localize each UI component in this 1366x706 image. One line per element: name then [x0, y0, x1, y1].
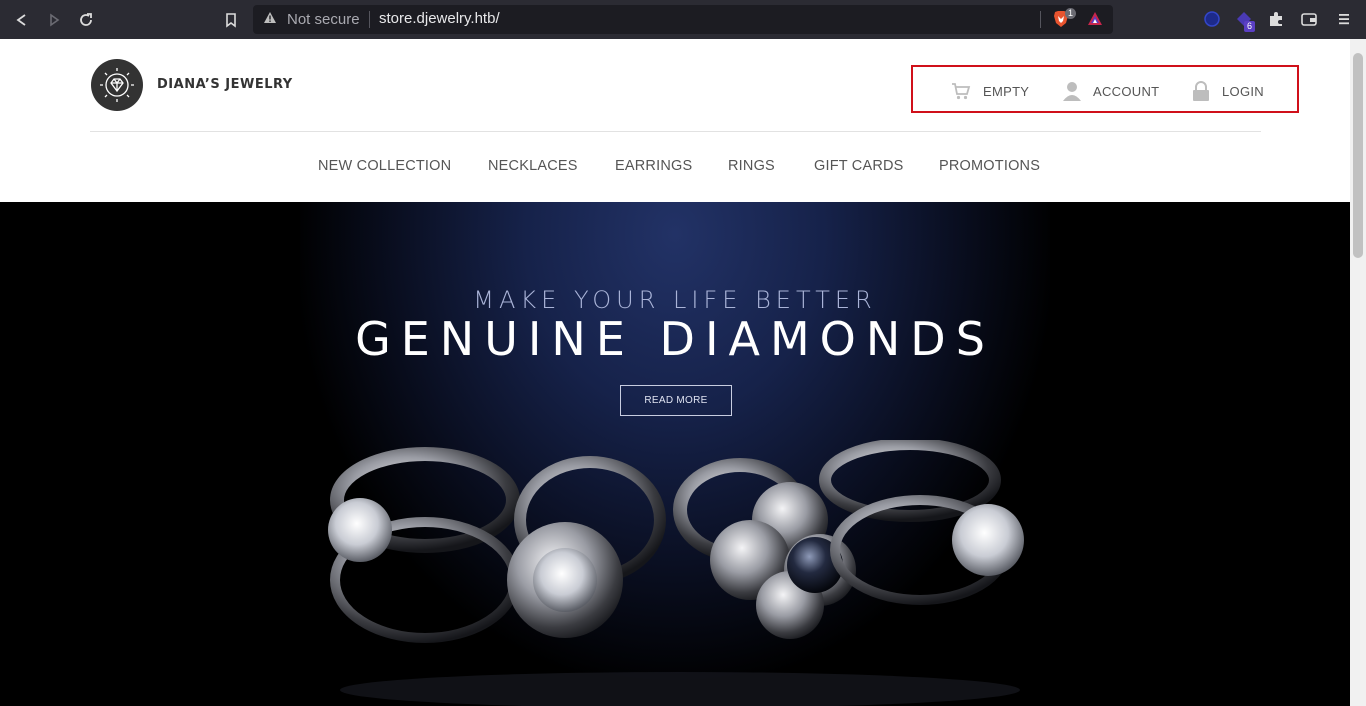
logo[interactable]	[91, 59, 143, 111]
extension-badge: 6	[1244, 21, 1256, 32]
nav-rings[interactable]: RINGS	[728, 158, 775, 174]
bookmark-icon	[226, 12, 236, 28]
nav-gift-cards[interactable]: GIFT CARDS	[814, 158, 904, 174]
user-menu: EMPTY ACCOUNT LOGIN	[911, 65, 1299, 113]
vpn-extension-icon[interactable]	[1203, 10, 1221, 28]
diamond-icon	[100, 68, 134, 102]
forward-icon	[50, 13, 60, 27]
header-divider	[90, 131, 1261, 132]
nav-necklaces[interactable]: NECKLACES	[488, 158, 578, 174]
nav-new-collection[interactable]: NEW COLLECTION	[318, 158, 451, 174]
read-more-button[interactable]: READ MORE	[620, 385, 732, 416]
back-button[interactable]	[11, 9, 33, 31]
scrollbar-thumb[interactable]	[1353, 53, 1363, 258]
account-link[interactable]: ACCOUNT	[1063, 67, 1159, 115]
main-navigation: NEW COLLECTION NECKLACES EARRINGS RINGS …	[0, 158, 1350, 178]
login-label: LOGIN	[1222, 83, 1264, 99]
user-icon	[1063, 82, 1081, 101]
wallet-icon[interactable]	[1300, 10, 1318, 28]
url-text[interactable]: store.djewelry.htb/	[379, 10, 500, 27]
hero-subtitle: MAKE YOUR LIFE BETTER	[473, 286, 877, 314]
reload-icon	[80, 13, 92, 26]
address-bar[interactable]: Not secure store.djewelry.htb/ 1	[253, 5, 1113, 34]
cart-label: EMPTY	[983, 83, 1030, 99]
nav-earrings[interactable]: EARRINGS	[615, 158, 692, 174]
scrollbar[interactable]	[1350, 39, 1366, 706]
hero-title: GENUINE DIAMONDS	[355, 312, 995, 366]
bookmark-button[interactable]	[220, 9, 242, 31]
account-label: ACCOUNT	[1093, 83, 1160, 99]
divider	[369, 11, 370, 28]
cart-link[interactable]: EMPTY	[951, 67, 1029, 115]
divider	[1040, 11, 1041, 28]
site-name[interactable]: DIANA’S JEWELRY	[157, 77, 293, 92]
warning-icon	[263, 11, 277, 27]
forward-button[interactable]	[43, 9, 65, 31]
nav-promotions[interactable]: PROMOTIONS	[939, 158, 1040, 174]
browser-toolbar: Not secure store.djewelry.htb/ 1 6	[0, 0, 1366, 39]
rings-image	[328, 440, 1024, 706]
reload-button[interactable]	[75, 9, 97, 31]
security-status[interactable]: Not secure	[287, 11, 360, 28]
shield-count-badge: 1	[1065, 8, 1077, 19]
menu-icon[interactable]	[1335, 10, 1353, 28]
hero-banner: MAKE YOUR LIFE BETTER GENUINE DIAMONDS R…	[0, 202, 1350, 706]
cart-icon	[952, 83, 971, 100]
login-link[interactable]: LOGIN	[1192, 67, 1264, 115]
back-icon	[16, 14, 26, 26]
lock-icon	[1193, 81, 1209, 101]
rewards-icon[interactable]	[1087, 11, 1103, 27]
puzzle-icon[interactable]	[1267, 10, 1285, 28]
